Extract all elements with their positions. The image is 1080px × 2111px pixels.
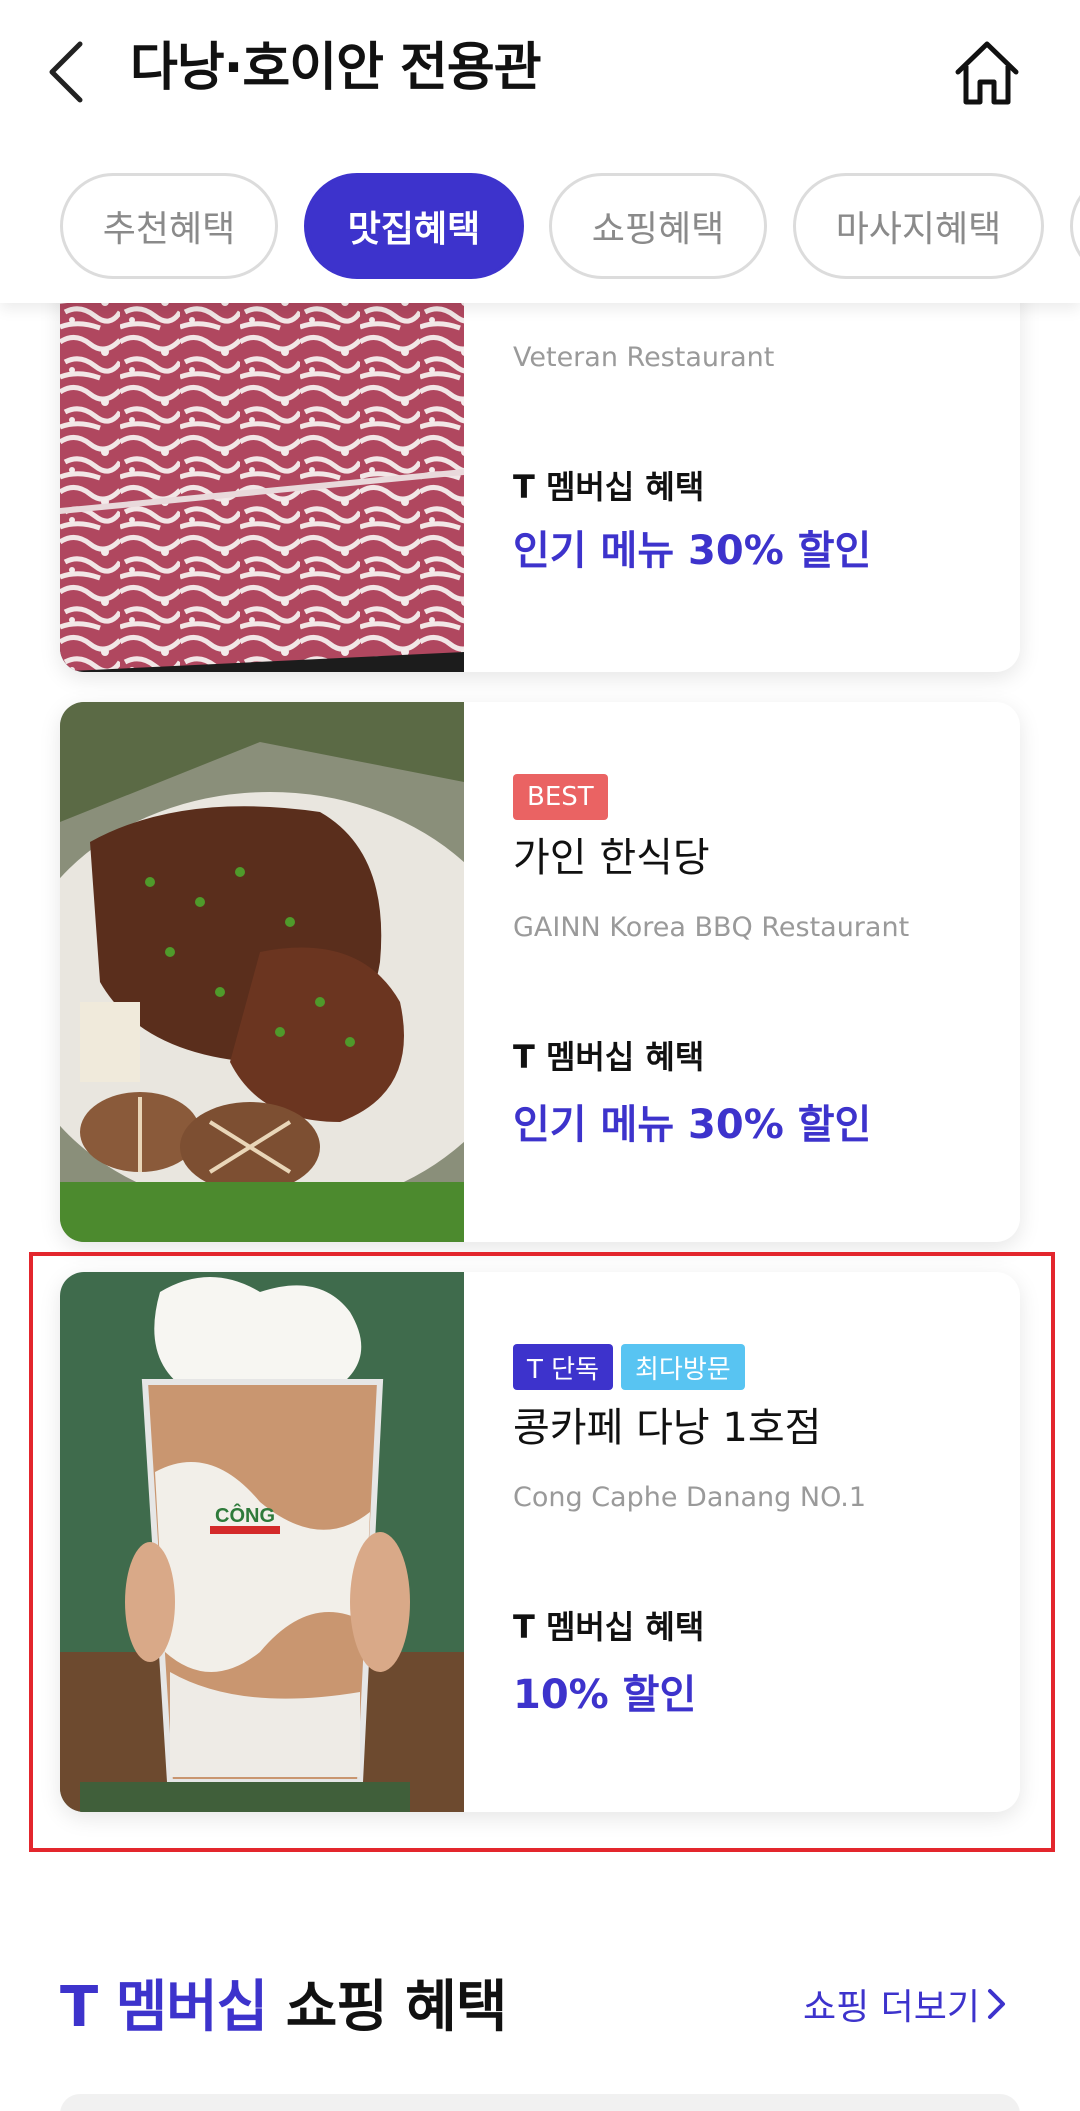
section-title: T 멤버십 쇼핑 혜택	[60, 1962, 508, 2043]
badge-group: T 단독 최다방문	[513, 1344, 745, 1390]
restaurant-card-cong-caphe[interactable]: CÔNG T 단독 최다방문 콩카페 다낭 1호점 Cong Caphe Dan…	[60, 1272, 1020, 1812]
benefit-label: T 멤버십 혜택	[513, 1608, 705, 1646]
benefit-value: 인기 메뉴 30% 할인	[513, 1102, 872, 1148]
benefit-label: T 멤버십 혜택	[513, 468, 705, 506]
benefit-value: 10% 할인	[513, 1672, 697, 1718]
next-card-peek	[60, 2094, 1020, 2111]
page: Veteran Restaurant T 멤버십 혜택 인기 메뉴 30% 할인	[0, 0, 1080, 2111]
restaurant-english-name: Cong Caphe Danang NO.1	[513, 1482, 866, 1513]
benefit-value: 인기 메뉴 30% 할인	[513, 528, 872, 574]
restaurant-name: 가인 한식당	[513, 835, 710, 881]
tab-shopping[interactable]: 쇼핑혜택	[549, 173, 767, 279]
restaurant-image-bbq	[60, 702, 464, 1242]
restaurant-image-coconut-coffee: CÔNG	[60, 1272, 464, 1812]
tab-massage[interactable]: 마사지혜택	[793, 173, 1044, 279]
restaurant-card-gainn[interactable]: BEST 가인 한식당 GAINN Korea BBQ Restaurant T…	[60, 702, 1020, 1242]
chevron-right-icon	[988, 1989, 1006, 2019]
section-title-accent: T 멤버십	[60, 1975, 268, 2040]
back-button[interactable]	[40, 36, 100, 108]
tab-more[interactable]	[1070, 173, 1080, 279]
more-link-label: 쇼핑 더보기	[803, 1987, 981, 2028]
tab-restaurants[interactable]: 맛집혜택	[304, 173, 524, 279]
restaurant-english-name: GAINN Korea BBQ Restaurant	[513, 912, 910, 943]
restaurant-english-name: Veteran Restaurant	[513, 342, 775, 373]
best-badge: BEST	[513, 774, 608, 820]
shopping-more-link[interactable]: 쇼핑 더보기	[803, 1978, 1008, 2030]
home-icon	[955, 41, 1019, 105]
top-header: 다낭·호이안 전용관 추천혜택 맛집혜택 쇼핑혜택 마사지혜택	[0, 0, 1080, 303]
most-visited-badge: 최다방문	[621, 1344, 745, 1390]
benefit-label: T 멤버십 혜택	[513, 1038, 705, 1076]
chevron-left-icon	[49, 41, 83, 103]
page-title: 다낭·호이안 전용관	[130, 38, 542, 98]
t-exclusive-badge: T 단독	[513, 1344, 613, 1390]
restaurant-name: 콩카페 다낭 1호점	[513, 1405, 822, 1451]
section-title-rest: 쇼핑 혜택	[267, 1975, 508, 2040]
cup-brand-text: CÔNG	[215, 1503, 275, 1527]
badge-group: BEST	[513, 774, 608, 820]
tab-recommended[interactable]: 추천혜택	[60, 173, 278, 279]
category-tabs: 추천혜택 맛집혜택 쇼핑혜택 마사지혜택	[60, 173, 1080, 279]
home-button[interactable]	[950, 36, 1024, 110]
